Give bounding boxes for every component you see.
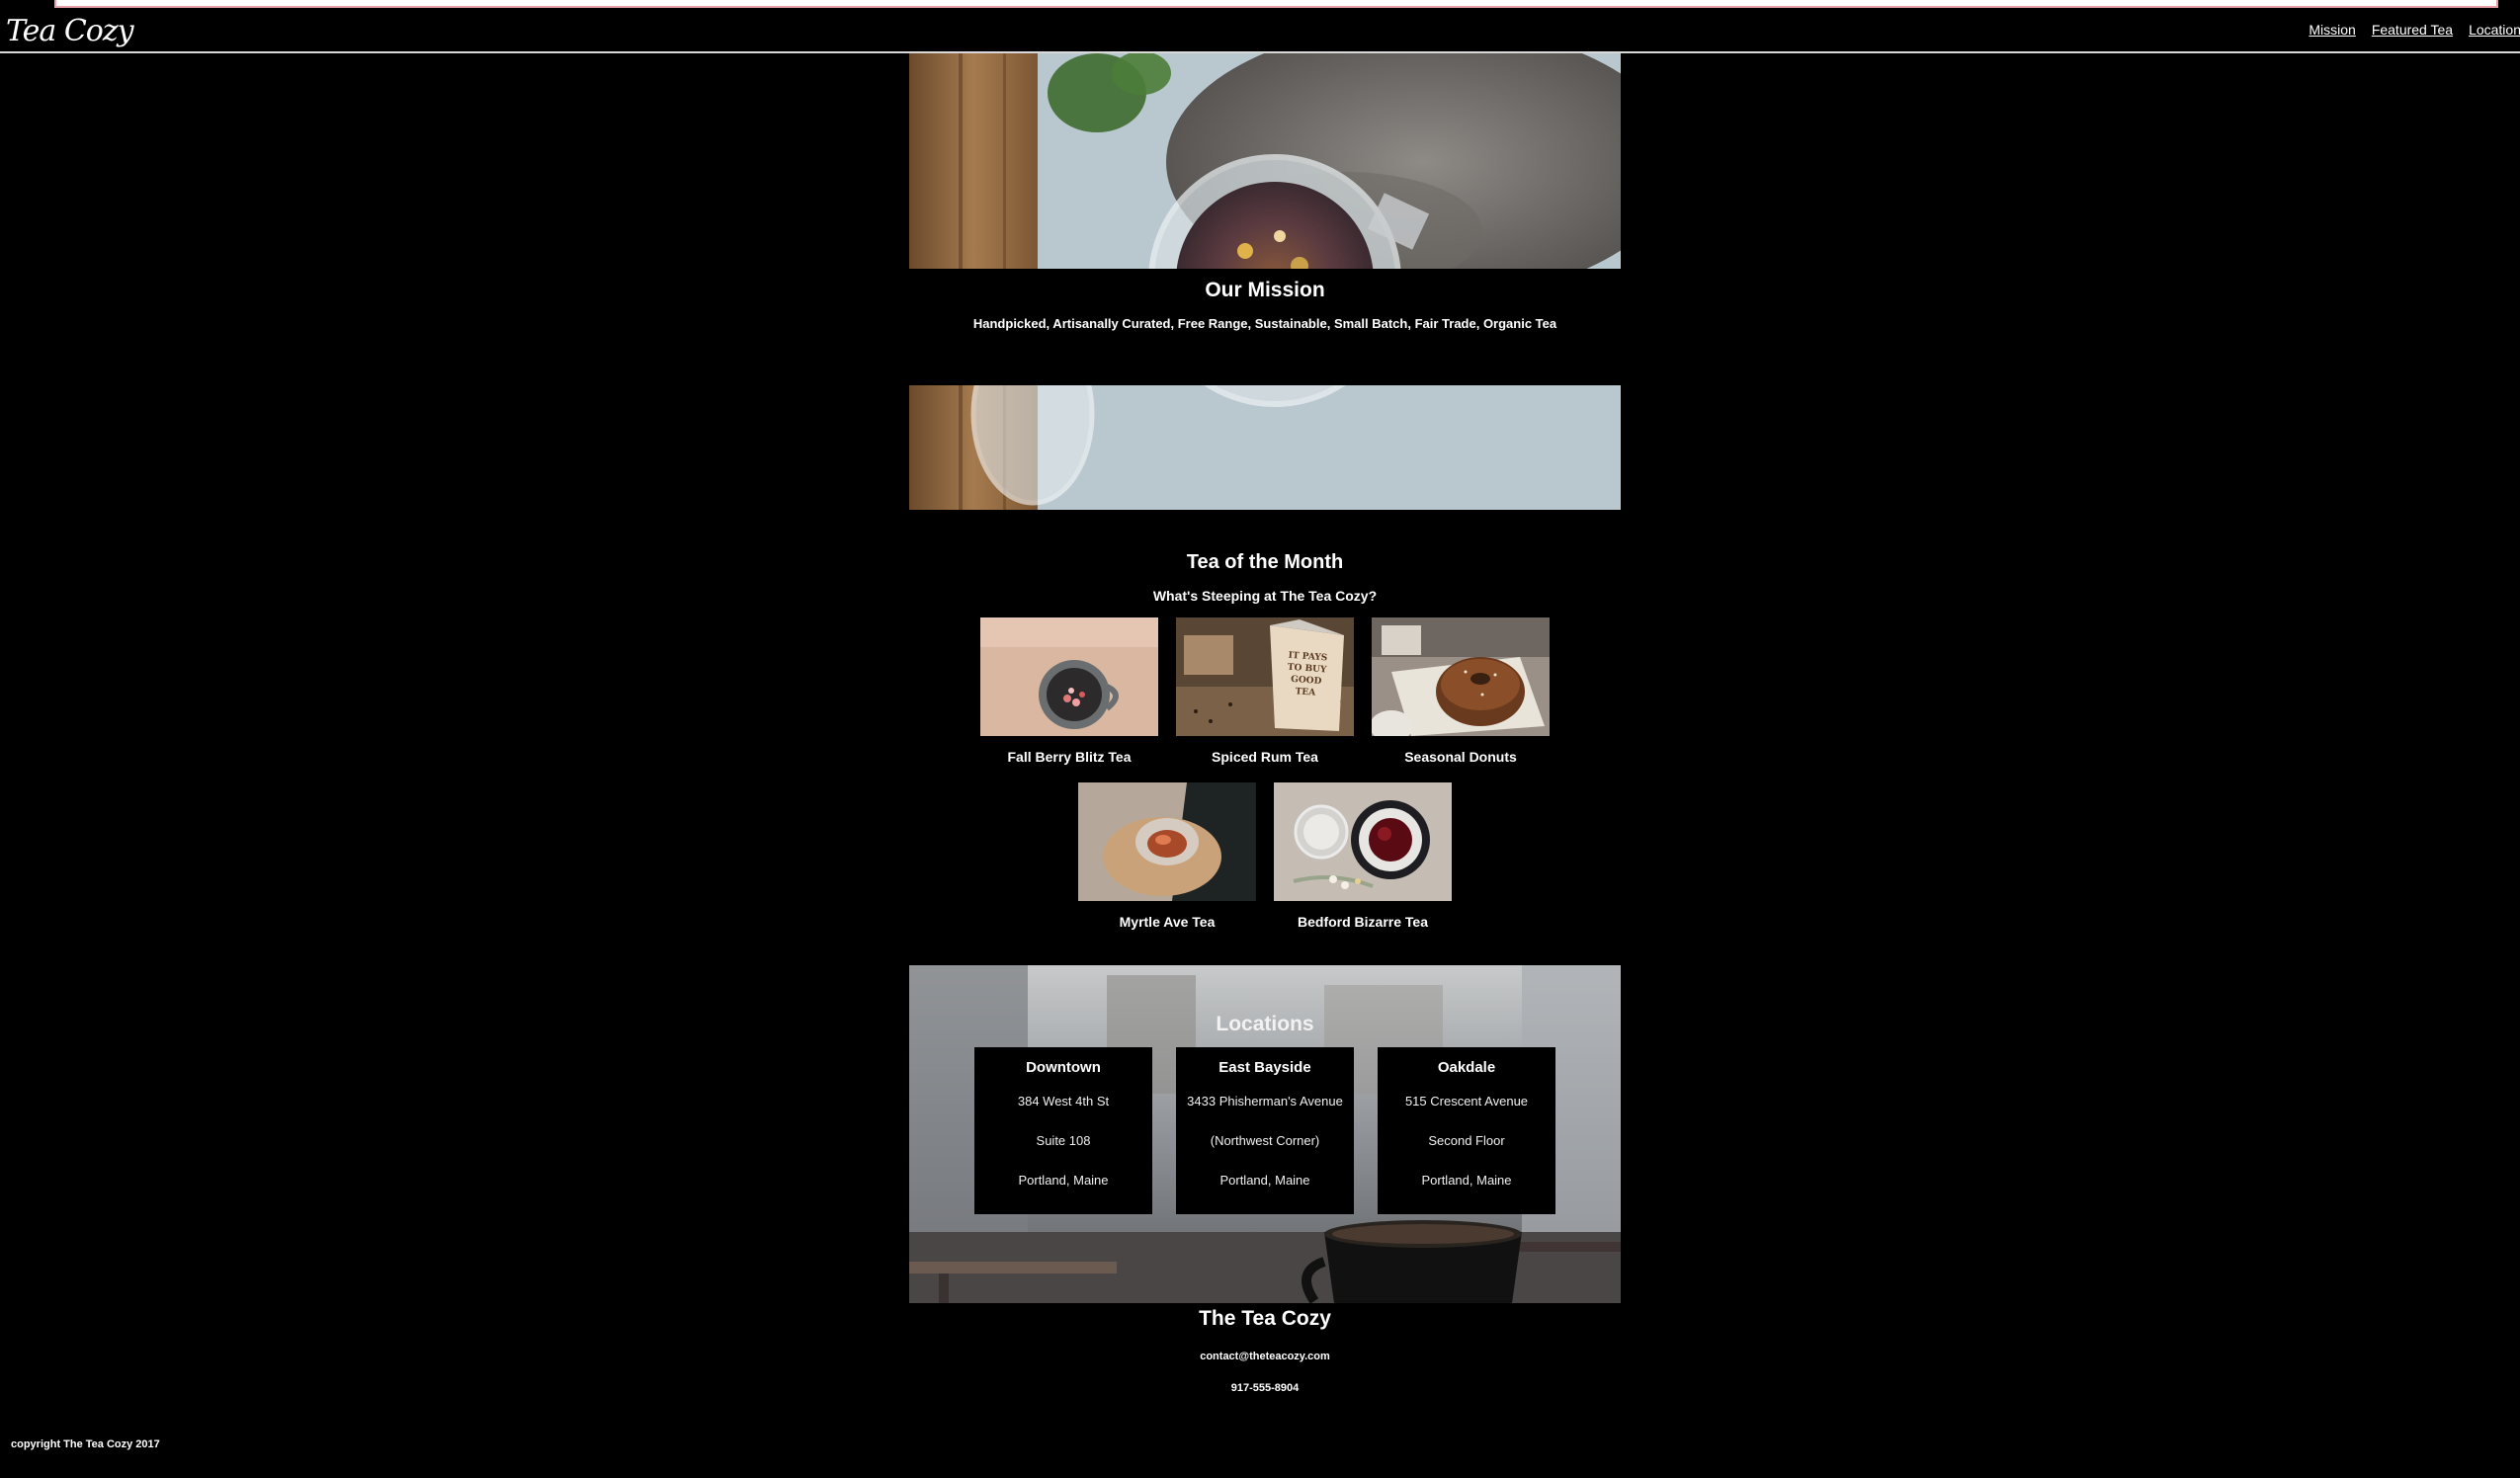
tea-item[interactable]: Seasonal Donuts bbox=[1370, 617, 1550, 769]
nav-link-mission[interactable]: Mission bbox=[2309, 22, 2355, 38]
tea-item[interactable]: Myrtle Ave Tea bbox=[1078, 782, 1256, 934]
location-address-line: Second Floor bbox=[1428, 1133, 1505, 1148]
location-name: Downtown bbox=[1026, 1059, 1101, 1076]
location-address-line: Portland, Maine bbox=[1018, 1173, 1109, 1188]
site-footer: The Tea Cozy contact@theteacozy.com 917-… bbox=[909, 1303, 1621, 1402]
tea-item[interactable]: IT PAYS TO BUY GOOD TEA Spiced Rum Tea bbox=[1176, 617, 1354, 769]
location-address-line: Portland, Maine bbox=[1219, 1173, 1310, 1188]
footer-title: The Tea Cozy bbox=[1199, 1307, 1331, 1330]
location-name: Oakdale bbox=[1437, 1059, 1496, 1076]
location-address-line: 3433 Phisherman's Avenue bbox=[1187, 1094, 1343, 1108]
locations-title: Locations bbox=[1216, 1013, 1314, 1035]
spiced-rum-image: IT PAYS TO BUY GOOD TEA bbox=[1176, 617, 1354, 736]
tea-name: Seasonal Donuts bbox=[1404, 749, 1517, 765]
tea-row-1: Fall Berry Blitz Tea IT PAYS TO BUY GOOD… bbox=[909, 617, 1621, 769]
featured-tea-section: Tea of the Month What's Steeping at The … bbox=[909, 551, 1621, 930]
mission-title: Our Mission bbox=[1205, 279, 1325, 301]
location-address-line: 384 West 4th St bbox=[1017, 1094, 1110, 1108]
location-card-east-bayside: East Bayside 3433 Phisherman's Avenue (N… bbox=[1176, 1047, 1354, 1214]
locations-section: Locations Downtown 384 West 4th St Suite… bbox=[909, 965, 1621, 1303]
location-address-line: (Northwest Corner) bbox=[1210, 1133, 1320, 1148]
myrtle-ave-image bbox=[1078, 782, 1256, 901]
tea-row-2: Myrtle Ave Tea Bedford Bizarre Tea bbox=[909, 782, 1621, 934]
copyright-text: copyright The Tea Cozy 2017 bbox=[11, 1438, 160, 1450]
footer-phone: 917-555-8904 bbox=[1230, 1382, 1300, 1394]
mission-section: Our Mission Handpicked, Artisanally Cura… bbox=[909, 53, 1621, 510]
featured-subtitle: What's Steeping at The Tea Cozy? bbox=[1152, 588, 1378, 604]
site-header: Tea Cozy Mission Featured Tea Locations bbox=[0, 10, 2520, 53]
fall-berry-blitz-image bbox=[980, 617, 1158, 736]
main-nav: Mission Featured Tea Locations bbox=[2309, 22, 2520, 38]
svg-text:TEA: TEA bbox=[1295, 687, 1316, 698]
nav-link-featured-tea[interactable]: Featured Tea bbox=[2372, 22, 2453, 38]
tea-item[interactable]: Fall Berry Blitz Tea bbox=[980, 617, 1158, 769]
location-name: East Bayside bbox=[1218, 1059, 1311, 1076]
seasonal-donuts-image bbox=[1370, 617, 1550, 742]
tea-item[interactable]: Bedford Bizarre Tea bbox=[1274, 782, 1452, 934]
browser-top-strip bbox=[0, 0, 2520, 10]
location-card-oakdale: Oakdale 515 Crescent Avenue Second Floor… bbox=[1378, 1047, 1555, 1214]
location-card-downtown: Downtown 384 West 4th St Suite 108 Portl… bbox=[974, 1047, 1152, 1214]
site-logo[interactable]: Tea Cozy bbox=[6, 14, 134, 48]
location-address-line: Portland, Maine bbox=[1421, 1173, 1512, 1188]
address-bar-edge bbox=[54, 0, 2498, 8]
mission-tagline: Handpicked, Artisanally Curated, Free Ra… bbox=[972, 316, 1557, 331]
location-address-line: 515 Crescent Avenue bbox=[1404, 1094, 1529, 1108]
location-cards: Downtown 384 West 4th St Suite 108 Portl… bbox=[974, 1047, 1555, 1214]
tea-name: Spiced Rum Tea bbox=[1212, 749, 1318, 765]
mission-title-band: Our Mission Handpicked, Artisanally Cura… bbox=[909, 269, 1621, 385]
footer-email[interactable]: contact@theteacozy.com bbox=[909, 1351, 1621, 1362]
nav-link-locations[interactable]: Locations bbox=[2469, 22, 2520, 38]
tea-name: Bedford Bizarre Tea bbox=[1298, 914, 1428, 930]
location-address-line: Suite 108 bbox=[1036, 1133, 1091, 1148]
bedford-bizarre-image bbox=[1274, 782, 1452, 901]
tea-name: Myrtle Ave Tea bbox=[1119, 914, 1216, 930]
tea-name: Fall Berry Blitz Tea bbox=[1007, 749, 1132, 765]
featured-title: Tea of the Month bbox=[1186, 551, 1344, 573]
